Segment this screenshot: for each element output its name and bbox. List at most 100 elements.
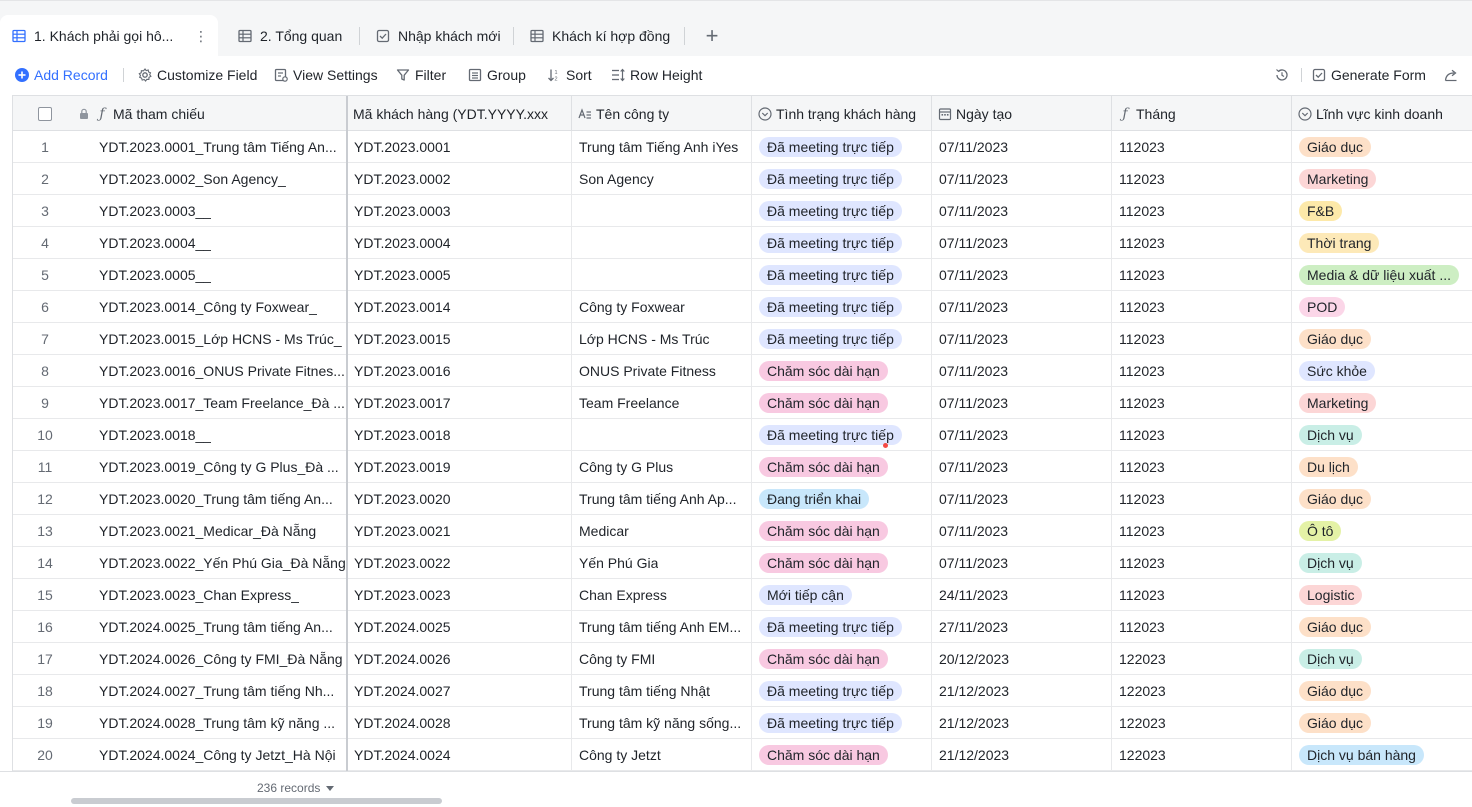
cell-status[interactable]: Chăm sóc dài hạn bbox=[752, 547, 932, 578]
cell-code[interactable]: YDT.2023.0023 bbox=[347, 579, 572, 610]
cell-ref[interactable]: YDT.2024.0024_Công ty Jetzt_Hà Nội bbox=[77, 739, 347, 770]
cell-status[interactable]: Chăm sóc dài hạn bbox=[752, 643, 932, 674]
column-header-linh-vuc[interactable]: Lĩnh vực kinh doanh bbox=[1292, 96, 1472, 131]
cell-field[interactable]: Giáo dục bbox=[1292, 611, 1472, 642]
filter-button[interactable]: Filter bbox=[396, 65, 446, 85]
customize-field-button[interactable]: Customize Field bbox=[138, 65, 257, 85]
cell-field[interactable]: Dịch vụ bán hàng bbox=[1292, 739, 1472, 770]
cell-field[interactable]: Media & dữ liệu xuất ... bbox=[1292, 259, 1472, 290]
table-row[interactable]: 6 YDT.2023.0014_Công ty Foxwear_ YDT.2023.… bbox=[13, 291, 1472, 323]
cell-month[interactable]: 112023 bbox=[1112, 419, 1292, 450]
cell-field[interactable]: Du lịch bbox=[1292, 451, 1472, 482]
cell-company[interactable]: Công ty G Plus bbox=[572, 451, 752, 482]
cell-company[interactable]: ONUS Private Fitness bbox=[572, 355, 752, 386]
row-height-button[interactable]: Row Height bbox=[611, 65, 702, 85]
tab-tong-quan[interactable]: 2. Tổng quan bbox=[226, 15, 354, 57]
cell-date[interactable]: 21/12/2023 bbox=[932, 707, 1112, 738]
cell-month[interactable]: 112023 bbox=[1112, 195, 1292, 226]
cell-ref[interactable]: YDT.2024.0026_Công ty FMI_Đà Nẵng bbox=[77, 643, 347, 674]
cell-field[interactable]: Marketing bbox=[1292, 387, 1472, 418]
cell-status[interactable]: Mới tiếp cận bbox=[752, 579, 932, 610]
cell-status[interactable]: Đã meeting trực tiếp bbox=[752, 131, 932, 162]
cell-month[interactable]: 122023 bbox=[1112, 707, 1292, 738]
cell-month[interactable]: 112023 bbox=[1112, 323, 1292, 354]
cell-date[interactable]: 07/11/2023 bbox=[932, 387, 1112, 418]
cell-date[interactable]: 07/11/2023 bbox=[932, 483, 1112, 514]
cell-status[interactable]: Chăm sóc dài hạn bbox=[752, 451, 932, 482]
view-settings-button[interactable]: View Settings bbox=[274, 65, 378, 85]
table-row[interactable]: 10 YDT.2023.0018__ YDT.2023.0018 Đã meeting… bbox=[13, 419, 1472, 451]
table-row[interactable]: 4 YDT.2023.0004__ YDT.2023.0004 Đã meeting … bbox=[13, 227, 1472, 259]
cell-code[interactable]: YDT.2024.0028 bbox=[347, 707, 572, 738]
cell-company[interactable]: Lớp HCNS - Ms Trúc bbox=[572, 323, 752, 354]
cell-month[interactable]: 112023 bbox=[1112, 387, 1292, 418]
column-header-thang[interactable]: ƒ Tháng bbox=[1112, 96, 1292, 131]
cell-date[interactable]: 07/11/2023 bbox=[932, 195, 1112, 226]
frozen-column-divider[interactable] bbox=[346, 96, 348, 771]
cell-month[interactable]: 122023 bbox=[1112, 675, 1292, 706]
record-count-dropdown[interactable]: 236 records bbox=[257, 781, 335, 795]
cell-code[interactable]: YDT.2024.0025 bbox=[347, 611, 572, 642]
cell-ref[interactable]: YDT.2023.0022_Yến Phú Gia_Đà Nẵng bbox=[77, 547, 347, 578]
table-row[interactable]: 16 YDT.2024.0025_Trung tâm tiếng An... YDT… bbox=[13, 611, 1472, 643]
cell-date[interactable]: 24/11/2023 bbox=[932, 579, 1112, 610]
cell-status[interactable]: Chăm sóc dài hạn bbox=[752, 355, 932, 386]
cell-code[interactable]: YDT.2024.0026 bbox=[347, 643, 572, 674]
cell-ref[interactable]: YDT.2023.0015_Lớp HCNS - Ms Trúc_ bbox=[77, 323, 347, 354]
cell-month[interactable]: 112023 bbox=[1112, 291, 1292, 322]
cell-ref[interactable]: YDT.2023.0019_Công ty G Plus_Đà ... bbox=[77, 451, 347, 482]
cell-ref[interactable]: YDT.2023.0002_Son Agency_ bbox=[77, 163, 347, 194]
horizontal-scrollbar[interactable] bbox=[71, 798, 442, 804]
cell-date[interactable]: 07/11/2023 bbox=[932, 355, 1112, 386]
cell-month[interactable]: 122023 bbox=[1112, 739, 1292, 770]
cell-status[interactable]: Chăm sóc dài hạn bbox=[752, 739, 932, 770]
tab-khach-phai-goi[interactable]: 1. Khách phải gọi hô... bbox=[0, 15, 218, 57]
cell-month[interactable]: 112023 bbox=[1112, 131, 1292, 162]
cell-field[interactable]: Marketing bbox=[1292, 163, 1472, 194]
column-header-tinh-trang[interactable]: Tình trạng khách hàng bbox=[752, 96, 932, 131]
cell-month[interactable]: 112023 bbox=[1112, 547, 1292, 578]
cell-date[interactable]: 21/12/2023 bbox=[932, 675, 1112, 706]
cell-company[interactable]: Son Agency bbox=[572, 163, 752, 194]
select-all-checkbox[interactable] bbox=[38, 106, 52, 121]
tab-khach-ki-hop-dong[interactable]: Khách kí hợp đồng bbox=[518, 15, 682, 57]
cell-status[interactable]: Đã meeting trực tiếp bbox=[752, 611, 932, 642]
column-header-ngay-tao[interactable]: Ngày tạo bbox=[932, 96, 1112, 131]
cell-field[interactable]: Giáo dục bbox=[1292, 707, 1472, 738]
table-row[interactable]: 14 YDT.2023.0022_Yến Phú Gia_Đà Nẵng YDT.2… bbox=[13, 547, 1472, 579]
cell-code[interactable]: YDT.2024.0027 bbox=[347, 675, 572, 706]
cell-date[interactable]: 07/11/2023 bbox=[932, 227, 1112, 258]
cell-month[interactable]: 112023 bbox=[1112, 259, 1292, 290]
cell-ref[interactable]: YDT.2023.0016_ONUS Private Fitnes... bbox=[77, 355, 347, 386]
table-row[interactable]: 1 YDT.2023.0001_Trung tâm Tiếng An... YDT.… bbox=[13, 131, 1472, 163]
cell-field[interactable]: Giáo dục bbox=[1292, 323, 1472, 354]
cell-date[interactable]: 07/11/2023 bbox=[932, 451, 1112, 482]
table-row[interactable]: 8 YDT.2023.0016_ONUS Private Fitnes... YDT… bbox=[13, 355, 1472, 387]
cell-company[interactable]: Team Freelance bbox=[572, 387, 752, 418]
cell-month[interactable]: 112023 bbox=[1112, 163, 1292, 194]
cell-date[interactable]: 07/11/2023 bbox=[932, 323, 1112, 354]
cell-status[interactable]: Đã meeting trực tiếp bbox=[752, 195, 932, 226]
cell-status[interactable]: Đã meeting trực tiếp bbox=[752, 291, 932, 322]
cell-status[interactable]: Đã meeting trực tiếp bbox=[752, 675, 932, 706]
cell-company[interactable]: Công ty Jetzt bbox=[572, 739, 752, 770]
cell-company[interactable]: Medicar bbox=[572, 515, 752, 546]
add-view-plus-icon[interactable]: + bbox=[700, 23, 724, 48]
cell-code[interactable]: YDT.2023.0017 bbox=[347, 387, 572, 418]
cell-date[interactable]: 27/11/2023 bbox=[932, 611, 1112, 642]
cell-ref[interactable]: YDT.2024.0027_Trung tâm tiếng Nh... bbox=[77, 675, 347, 706]
cell-company[interactable]: Trung tâm tiếng Nhật bbox=[572, 675, 752, 706]
table-row[interactable]: 20 YDT.2024.0024_Công ty Jetzt_Hà Nội YDT.… bbox=[13, 739, 1472, 771]
group-button[interactable]: Group bbox=[468, 65, 526, 85]
cell-ref[interactable]: YDT.2023.0014_Công ty Foxwear_ bbox=[77, 291, 347, 322]
cell-month[interactable]: 122023 bbox=[1112, 643, 1292, 674]
cell-code[interactable]: YDT.2023.0001 bbox=[347, 131, 572, 162]
cell-company[interactable]: Trung tâm tiếng Anh Ap... bbox=[572, 483, 752, 514]
cell-ref[interactable]: YDT.2023.0003__ bbox=[77, 195, 347, 226]
cell-date[interactable]: 07/11/2023 bbox=[932, 291, 1112, 322]
cell-field[interactable]: Logistic bbox=[1292, 579, 1472, 610]
cell-company[interactable] bbox=[572, 227, 752, 258]
cell-company[interactable]: Công ty Foxwear bbox=[572, 291, 752, 322]
column-header-ten-cong-ty[interactable]: Tên công ty bbox=[572, 96, 752, 131]
cell-code[interactable]: YDT.2023.0020 bbox=[347, 483, 572, 514]
